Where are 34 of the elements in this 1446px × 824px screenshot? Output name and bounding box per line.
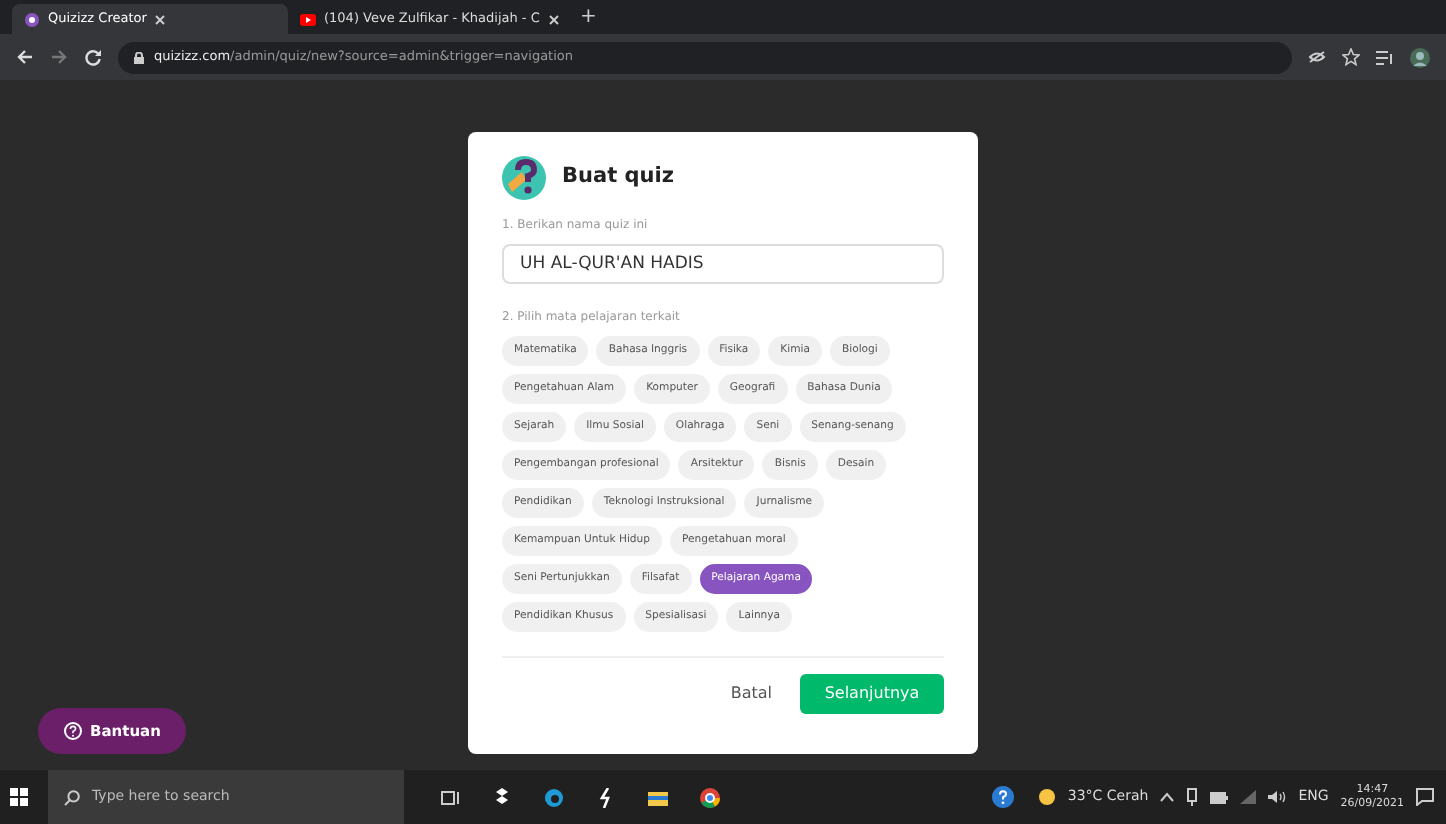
close-icon[interactable] — [547, 13, 560, 25]
speaker-icon[interactable] — [1268, 790, 1287, 804]
new-tab-button[interactable]: + — [580, 2, 597, 32]
task-view-icon[interactable] — [440, 787, 460, 807]
windows-icon[interactable] — [10, 788, 28, 806]
close-icon[interactable] — [154, 13, 167, 25]
avatar-icon[interactable] — [1410, 47, 1430, 67]
cancel-button[interactable]: Batal — [730, 682, 772, 706]
battery-icon[interactable] — [1210, 791, 1229, 803]
search-icon — [64, 789, 80, 805]
bolt-icon[interactable] — [596, 787, 616, 807]
help-app-icon[interactable] — [992, 786, 1014, 808]
star-icon[interactable] — [1342, 48, 1360, 66]
folder-icon[interactable] — [648, 787, 668, 807]
sun-icon — [1037, 788, 1056, 806]
pen-icon[interactable] — [1186, 788, 1199, 806]
box-icon[interactable] — [492, 787, 512, 807]
lock-icon — [134, 51, 144, 63]
quiz-logo-icon — [24, 11, 40, 27]
browser-icon[interactable] — [544, 787, 564, 807]
back-icon[interactable] — [16, 48, 34, 66]
chevron-up-icon[interactable] — [1160, 792, 1175, 802]
forward-icon[interactable] — [50, 48, 68, 66]
quiz-name-field[interactable]: UH AL-QUR'AN HADIS — [502, 244, 944, 284]
chrome-icon[interactable] — [700, 787, 720, 807]
playlist-icon[interactable] — [1376, 49, 1394, 65]
reload-icon[interactable] — [84, 48, 102, 66]
network-icon[interactable] — [1240, 790, 1257, 804]
quiz-logo-icon — [502, 156, 546, 200]
notification-icon[interactable] — [1416, 788, 1434, 806]
help-icon — [64, 722, 82, 740]
video-icon — [300, 11, 316, 27]
dialog-title: Buat quiz — [562, 162, 674, 193]
eye-off-icon[interactable] — [1308, 50, 1326, 64]
